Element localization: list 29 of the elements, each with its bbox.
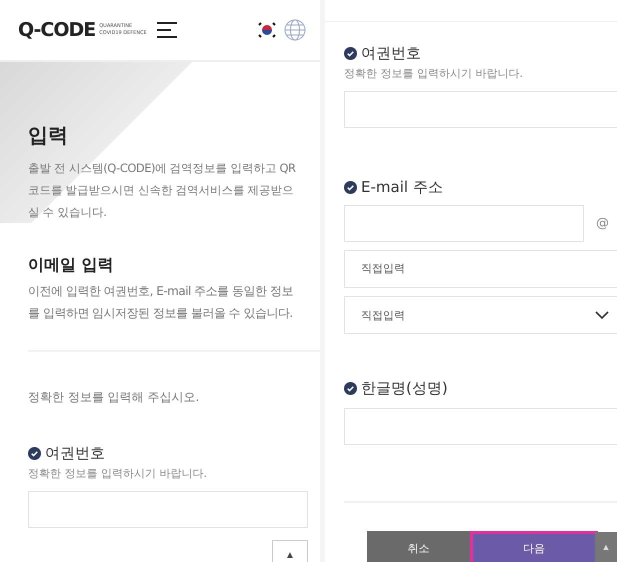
intro-description: 출발 전 시스템(Q-CODE)에 검역정보를 입력하고 QR코드를 발급받으시면 신속한 검역서비스를 제공받으실 수 있습니다. [28,160,297,221]
check-circle-icon [28,447,41,460]
field-hint: 정확한 정보를 입력하시기 바랍니다. [28,466,208,481]
page-title: 입력 [28,122,69,149]
domain-select[interactable]: 직접입력 [344,296,617,334]
input-field[interactable] [344,91,617,128]
field-label: 여권번호 [45,444,105,463]
field-label: 여권번호 [361,44,421,63]
email-input-field[interactable] [344,205,584,242]
section-description: 이전에 입력한 여권번호, E-mail 주소를 동일한 정보를 입력하면 임시저장된 정보를 불러올 수 있습니다. [28,283,294,322]
at-sign: @ [596,216,609,231]
domain-input-field[interactable]: 직접입력 [344,250,617,288]
field-label: 한글명(성명) [361,379,448,398]
chevron-down-icon [595,310,609,320]
field-hint: 정확한 정보를 입력하시기 바랍니다. [344,66,524,81]
input-field[interactable] [28,491,308,528]
logo[interactable]: Q-CODE [18,19,96,41]
check-circle-icon [344,181,357,194]
notice-text: 정확한 정보를 입력해 주십시오. [27,389,200,406]
scroll-top-button[interactable]: ▲ [272,540,308,562]
cancel-button[interactable]: 취소 [367,531,470,562]
check-circle-icon [344,47,357,60]
next-button[interactable]: 다음 [470,531,598,562]
globe-icon[interactable] [284,19,306,41]
section-title: 이메일 입력 [28,255,115,276]
menu-icon[interactable] [156,22,179,38]
input-field[interactable] [344,408,617,445]
check-circle-icon [344,382,357,395]
field-label: E-mail 주소 [361,178,443,197]
